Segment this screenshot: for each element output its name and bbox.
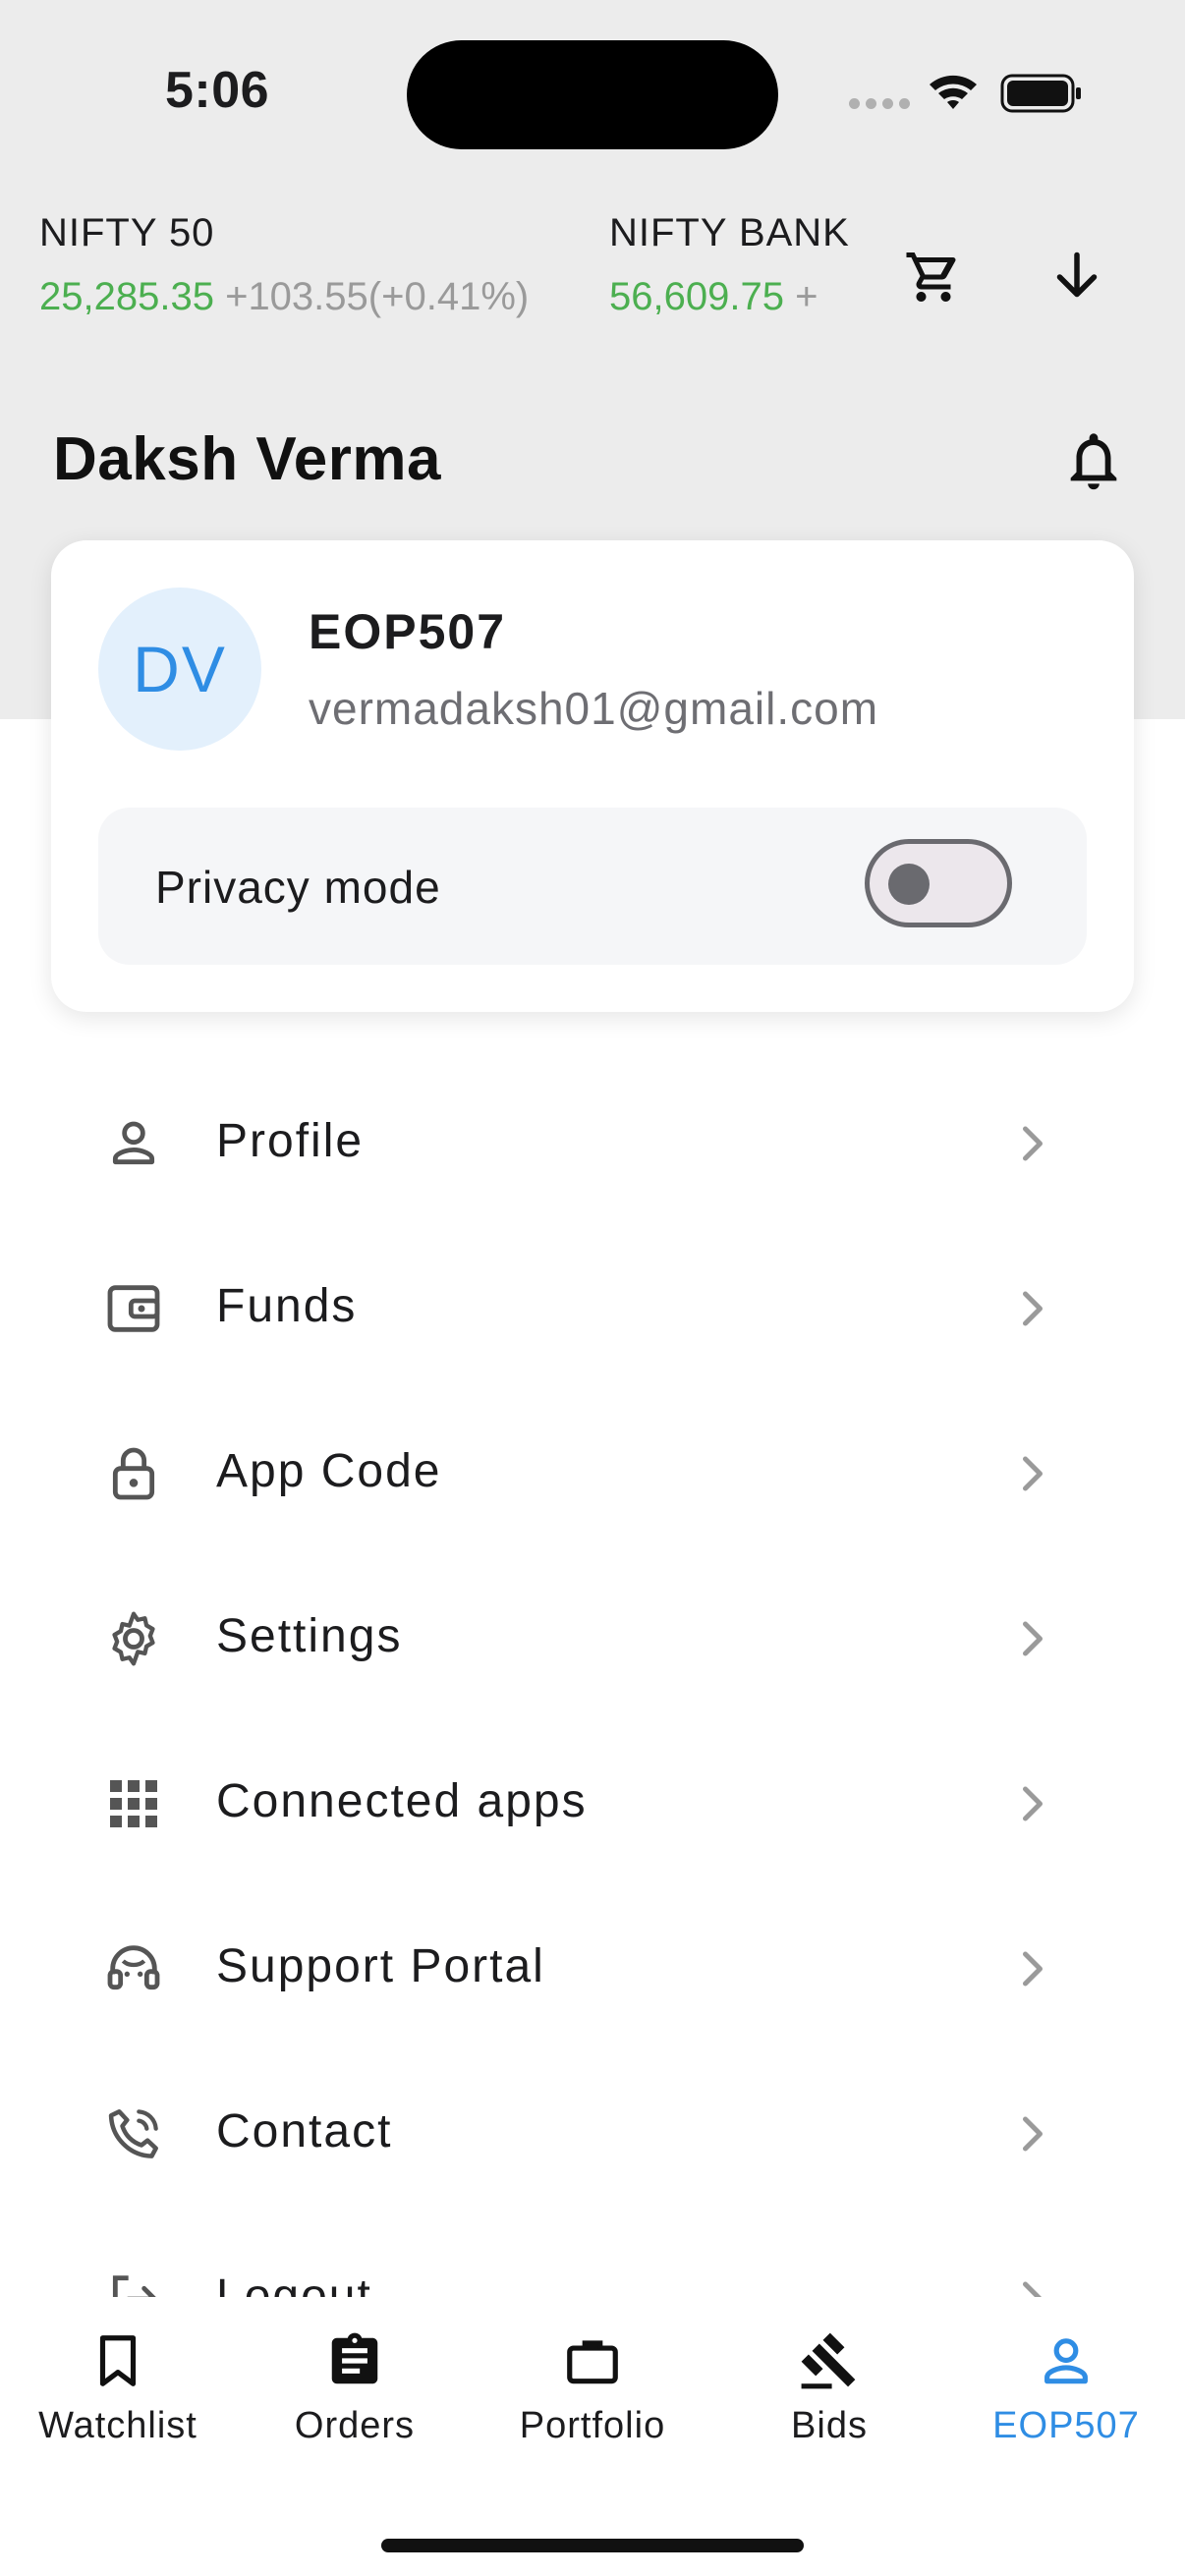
menu-item-settings[interactable]: Settings	[0, 1554, 1185, 1719]
lock-icon	[112, 1447, 155, 1500]
phone-icon	[108, 2109, 158, 2158]
ticker-change: +	[795, 275, 818, 318]
gear-icon	[112, 1611, 155, 1666]
menu-item-connected-apps[interactable]: Connected apps	[0, 1719, 1185, 1884]
menu-item-profile[interactable]: Profile	[0, 1059, 1185, 1224]
menu-item-support-portal[interactable]: Support Portal	[0, 1884, 1185, 2049]
user-email: vermadaksh01@gmail.com	[309, 683, 879, 734]
chevron-right-icon	[1023, 1951, 1043, 1987]
nav-label: Watchlist	[38, 2405, 198, 2446]
gavel-icon	[801, 2332, 856, 2389]
menu-item-label: Connected apps	[216, 1775, 588, 1827]
chevron-right-icon	[1023, 1291, 1043, 1326]
page-title: Daksh Verma	[53, 425, 441, 493]
client-id: EOP507	[309, 604, 507, 659]
menu-item-label: App Code	[216, 1445, 442, 1497]
nav-label: EOP507	[992, 2405, 1140, 2446]
ticker-niftybank[interactable]: NIFTY BANK 56,609.75 +	[609, 211, 857, 319]
chevron-right-icon	[1023, 1786, 1043, 1821]
wifi-icon	[930, 75, 977, 109]
menu-item-app-code[interactable]: App Code	[0, 1389, 1185, 1554]
home-indicator	[381, 2539, 804, 2552]
ticker-value: 25,285.35	[39, 275, 214, 318]
menu-item-label: Contact	[216, 2105, 393, 2157]
nav-label: Bids	[791, 2405, 868, 2446]
menu-item-contact[interactable]: Contact	[0, 2049, 1185, 2214]
signal-icon	[849, 98, 910, 109]
chevron-right-icon	[1023, 1126, 1043, 1161]
clipboard-icon	[331, 2332, 378, 2384]
profile-card: DV EOP507 vermadaksh01@gmail.com Privacy…	[51, 540, 1134, 1012]
avatar[interactable]: DV	[98, 588, 261, 751]
menu-item-funds[interactable]: Funds	[0, 1224, 1185, 1389]
ticker-value: 56,609.75	[609, 275, 784, 318]
bookmark-icon	[99, 2335, 137, 2386]
status-time: 5:06	[165, 62, 270, 119]
person-icon	[1044, 2338, 1088, 2384]
support-icon	[107, 1945, 160, 1990]
dynamic-island	[407, 40, 778, 149]
menu-item-label: Settings	[216, 1610, 403, 1662]
privacy-mode-toggle[interactable]	[865, 839, 1012, 927]
chevron-right-icon	[1023, 2116, 1043, 2152]
nav-account[interactable]: EOP507	[948, 2330, 1184, 2468]
menu-item-label: Profile	[216, 1115, 365, 1167]
wallet-icon	[107, 1285, 160, 1332]
nav-portfolio[interactable]: Portfolio	[475, 2330, 710, 2468]
menu-item-label: Funds	[216, 1280, 358, 1332]
battery-icon	[1000, 74, 1081, 113]
ticker-nifty50[interactable]: NIFTY 50 25,285.35 +103.55(+0.41%)	[39, 211, 529, 319]
nav-label: Portfolio	[519, 2405, 666, 2446]
person-icon	[112, 1121, 155, 1165]
ticker-change: +103.55(+0.41%)	[225, 275, 530, 318]
toggle-knob	[888, 864, 930, 905]
bell-icon[interactable]	[1059, 426, 1128, 495]
nav-watchlist[interactable]: Watchlist	[0, 2330, 236, 2468]
nav-orders[interactable]: Orders	[237, 2330, 473, 2468]
arrow-down-icon[interactable]	[1047, 248, 1106, 307]
bottom-nav: Watchlist Orders Portfolio Bids EOP507	[0, 2297, 1185, 2576]
ticker-name: NIFTY BANK	[609, 211, 850, 254]
privacy-mode-row: Privacy mode	[98, 808, 1087, 965]
cart-icon[interactable]	[904, 248, 963, 307]
ticker-name: NIFTY 50	[39, 211, 215, 254]
nav-label: Orders	[294, 2405, 416, 2446]
grid-icon	[110, 1780, 157, 1827]
privacy-mode-label: Privacy mode	[155, 862, 441, 913]
menu-item-label: Support Portal	[216, 1940, 545, 1992]
chevron-right-icon	[1023, 1456, 1043, 1491]
briefcase-icon	[567, 2340, 618, 2384]
nav-bids[interactable]: Bids	[711, 2330, 947, 2468]
chevron-right-icon	[1023, 1621, 1043, 1656]
